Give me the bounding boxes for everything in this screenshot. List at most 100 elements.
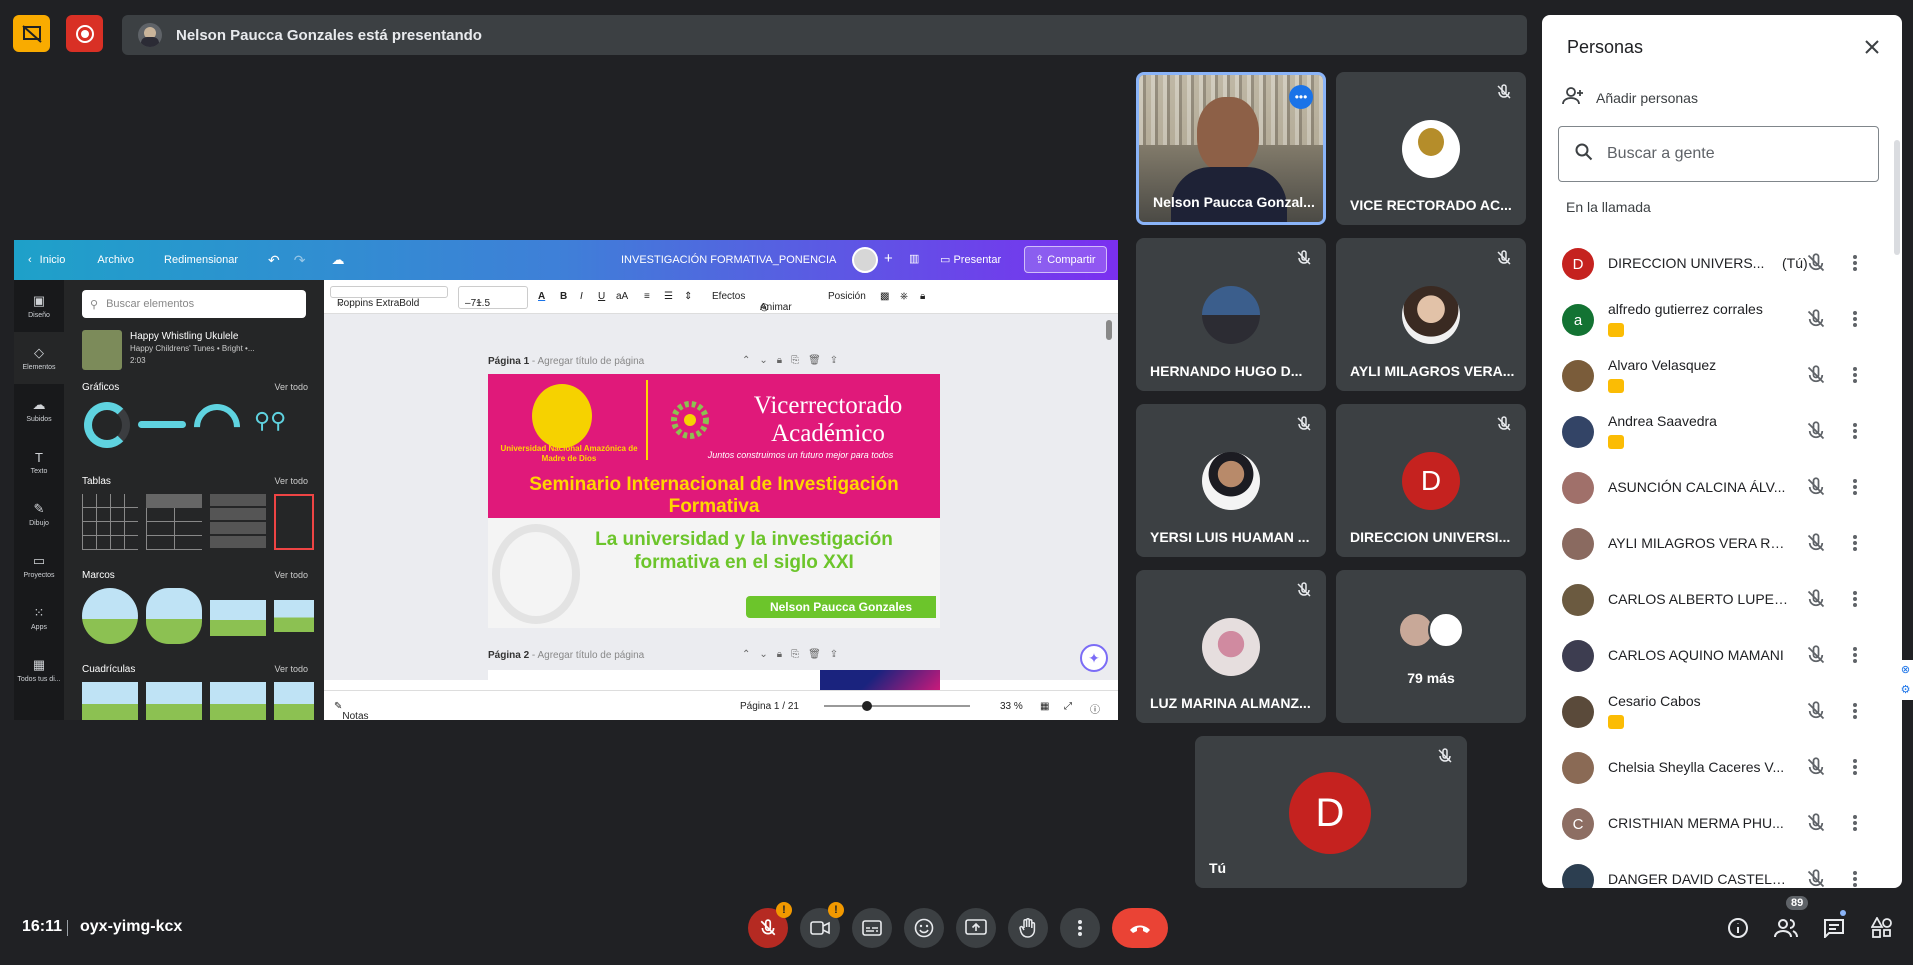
font-size-stepper[interactable]: – 71.5 + [458,286,528,309]
recording-icon[interactable] [66,15,103,52]
participant-row[interactable]: CARLOS ALBERTO LUPER... [1562,577,1882,623]
effects-button[interactable]: Efectos [712,291,745,302]
rail-projects[interactable]: ▭ Proyectos [14,540,64,592]
presentation-off-icon[interactable] [13,15,50,52]
grid-thumb[interactable] [82,682,138,720]
mic-off-icon[interactable] [1806,757,1826,782]
align-icon[interactable]: ≡ [644,291,650,302]
side-accessibility-icon[interactable]: ⊗ ⚙ [1898,660,1913,700]
increase-size[interactable]: + [476,298,482,309]
page-2-actions[interactable]: ⌃⌄🔒︎⎘🗑︎⇪ [742,649,847,660]
page-1-label[interactable]: Página 1 - Agregar título de página [488,356,644,367]
frame-flower[interactable] [146,588,202,644]
canvas-scrollbar[interactable] [1106,320,1112,340]
participant-row[interactable]: Alvaro Velasquez [1562,353,1882,399]
self-tile[interactable]: D Tú [1195,736,1467,888]
add-collaborator-icon[interactable]: + [884,250,893,267]
participant-tile[interactable]: HERNANDO HUGO D... [1136,238,1326,391]
graphics-bar[interactable] [138,421,186,428]
table-thumb[interactable] [146,494,202,550]
table-thumb[interactable] [82,494,138,550]
more-vert-icon[interactable] [1852,477,1858,502]
home-link[interactable]: Inicio [40,254,66,266]
rail-design[interactable]: ▣ Diseño [14,280,64,332]
participant-row[interactable]: Cesario Cabos [1562,689,1882,735]
mic-off-icon[interactable] [1806,869,1826,888]
shared-screen[interactable]: ‹ Inicio Archivo Redimensionar ↶ ↷ ☁ INV… [14,240,1118,720]
participant-tile[interactable]: LUZ MARINA ALMANZ... [1136,570,1326,723]
grids-see-all[interactable]: Ver todo [274,664,308,675]
user-avatar[interactable] [852,247,878,273]
more-vert-icon[interactable] [1852,757,1858,782]
participant-tile-presenter[interactable]: ••• Nelson Paucca Gonzal... [1136,72,1326,225]
zoom-handle[interactable] [862,701,872,711]
page-indicator[interactable]: Página 1 / 21 [740,701,799,712]
italic-icon[interactable]: I [580,291,583,302]
frame-rect[interactable] [274,600,314,632]
graphics-ring[interactable] [84,402,130,448]
participant-row[interactable]: CARLOS AQUINO MAMANI [1562,633,1882,679]
more-vert-icon[interactable] [1852,589,1858,614]
grid-thumb[interactable] [210,682,266,720]
bold-icon[interactable]: B [560,291,567,302]
participant-row[interactable]: Andrea Saavedra [1562,409,1882,455]
close-icon[interactable] [1858,33,1886,61]
zoom-slider[interactable] [824,705,970,707]
frame-circle[interactable] [82,588,138,644]
chat-icon[interactable] [1822,916,1846,940]
grid-view-icon[interactable]: ▦ [1040,701,1049,712]
undo-icon[interactable]: ↶ [268,252,280,269]
rail-draw[interactable]: ✎ Dibujo [14,488,64,540]
mic-off-icon[interactable] [1806,253,1826,278]
help-icon[interactable]: ⓘ [1090,701,1100,716]
mic-toggle-button[interactable]: ! [748,902,792,948]
mic-off-icon[interactable] [1806,701,1826,726]
participant-tile[interactable]: VICE RECTORADO AC... [1336,72,1526,225]
audio-thumbnail[interactable] [82,330,122,370]
more-vert-icon[interactable] [1852,533,1858,558]
more-options-button[interactable] [1060,908,1100,948]
frames-see-all[interactable]: Ver todo [274,570,308,581]
camera-toggle-button[interactable]: ! [800,902,844,948]
more-participants-tile[interactable]: 79 más [1336,570,1526,723]
graphics-gauge[interactable] [184,394,250,460]
mic-off-icon[interactable] [1806,533,1826,558]
more-vert-icon[interactable] [1852,813,1858,838]
list-icon[interactable]: ☰ [664,291,673,302]
mic-off-icon[interactable] [1806,477,1826,502]
more-vert-icon[interactable] [1852,869,1858,888]
mic-off-icon[interactable] [1806,645,1826,670]
end-call-button[interactable] [1112,908,1168,948]
captions-button[interactable] [852,908,892,948]
paint-roller-icon[interactable]: ⎈ [900,291,908,302]
more-vert-icon[interactable] [1852,421,1858,446]
redo-icon[interactable]: ↷ [294,252,306,269]
people-search-input[interactable]: Buscar a gente [1558,126,1879,182]
activities-icon[interactable] [1870,916,1894,940]
tables-see-all[interactable]: Ver todo [274,476,308,487]
lock-icon[interactable]: 🔒︎ [920,291,925,302]
participant-row[interactable]: C CRISTHIAN MERMA PHU... [1562,801,1882,847]
mic-off-icon[interactable] [1806,813,1826,838]
participant-row[interactable]: DANGER DAVID CASTELL... [1562,857,1882,888]
emoji-button[interactable] [904,908,944,948]
frame-wave[interactable] [210,600,266,636]
fullscreen-icon[interactable]: ⤢ [1064,701,1072,712]
page-1-actions[interactable]: ⌃⌄🔒︎⎘🗑︎⇪ [742,355,847,366]
spacing-icon[interactable]: ⇕ [684,291,692,302]
graphics-see-all[interactable]: Ver todo [274,382,308,393]
participant-row[interactable]: ASUNCIÓN CALCINA ÁLV... [1562,465,1882,511]
panel-scrollbar[interactable] [1894,140,1900,255]
graphics-people[interactable]: ⚲⚲ [254,408,286,434]
rail-apps[interactable]: ⁙ Apps [14,592,64,644]
page-2-label[interactable]: Página 2 - Agregar título de página [488,650,644,661]
more-vert-icon[interactable] [1852,645,1858,670]
grid-thumb[interactable] [146,682,202,720]
analytics-icon[interactable]: ▥ [909,252,919,265]
participant-tile[interactable]: AYLI MILAGROS VERA... [1336,238,1526,391]
underline-icon[interactable]: U [598,291,605,302]
participant-row[interactable]: Chelsia Sheylla Caceres V... [1562,745,1882,791]
case-icon[interactable]: aA [616,291,628,302]
raise-hand-button[interactable] [1008,908,1048,948]
mic-off-icon[interactable] [1806,365,1826,390]
